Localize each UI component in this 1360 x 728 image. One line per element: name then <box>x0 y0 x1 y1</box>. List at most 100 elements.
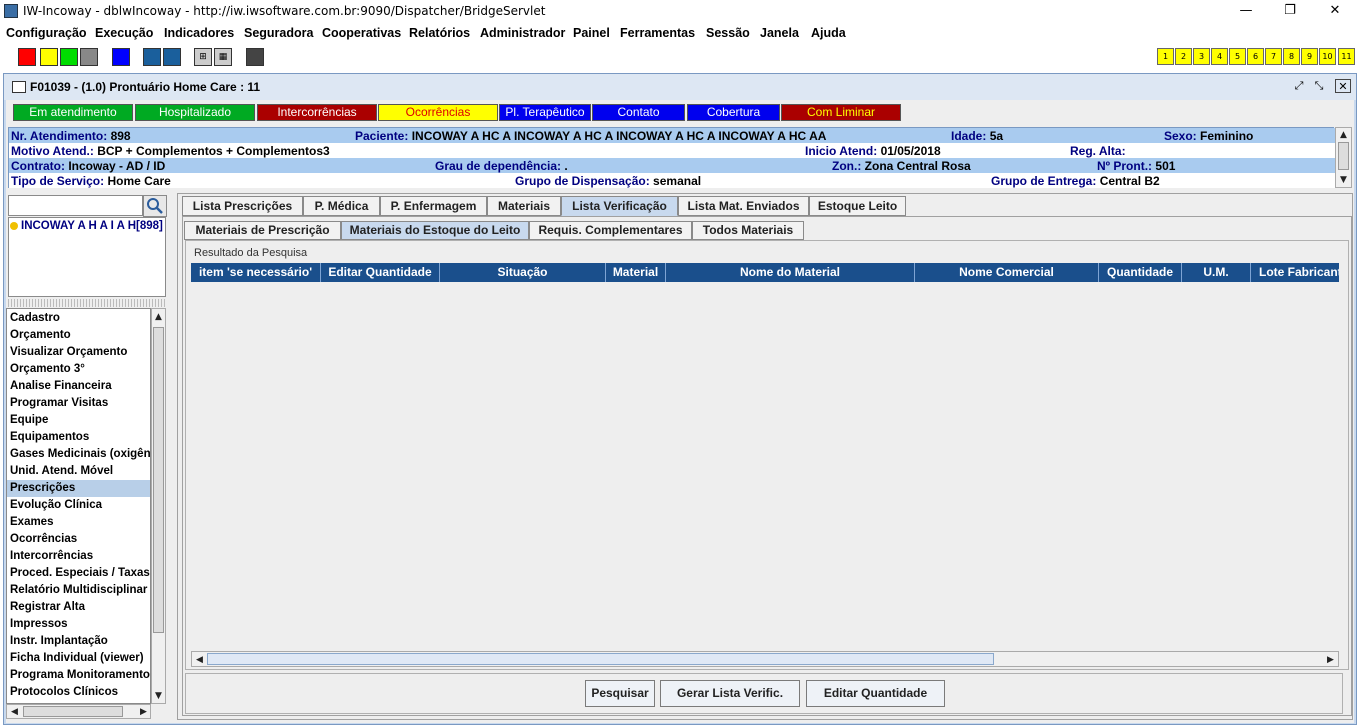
toolbar-teal-button-2[interactable] <box>163 48 181 66</box>
nav-item[interactable]: Gases Medicinais (oxigênio) <box>10 446 150 463</box>
patient-tree-item[interactable]: INCOWAY A H A I A H[898] <box>21 220 163 232</box>
minimize-button[interactable]: — <box>1223 0 1269 23</box>
nav-item[interactable]: Intercorrências <box>10 548 150 565</box>
num-button-9[interactable]: 9 <box>1301 48 1318 65</box>
col-nome-comercial[interactable]: Nome Comercial <box>915 263 1099 282</box>
nav-item[interactable]: Impressos <box>10 616 150 633</box>
tab-lista-prescricoes[interactable]: Lista Prescrições <box>182 196 303 216</box>
subtab-materiais-estoque-leito[interactable]: Materiais do Estoque do Leito <box>341 221 529 240</box>
col-um[interactable]: U.M. <box>1182 263 1251 282</box>
toolbar-green-button[interactable] <box>60 48 78 66</box>
toolbar-red-button[interactable] <box>18 48 36 66</box>
nav-scroll-up-icon[interactable]: ▲ <box>154 312 163 322</box>
nav-item[interactable]: Prescrições <box>7 480 150 497</box>
status-hospitalizado[interactable]: Hospitalizado <box>135 104 255 121</box>
menu-ferramentas[interactable]: Ferramentas <box>620 26 695 40</box>
num-button-10[interactable]: 10 <box>1319 48 1336 65</box>
nav-scroll-thumb[interactable] <box>153 327 164 633</box>
nav-vertical-scrollbar[interactable]: ▲ ▼ <box>151 308 166 704</box>
frame-restore-icon[interactable]: ⤢ <box>1291 79 1307 93</box>
panel-splitter[interactable] <box>8 299 166 307</box>
grid-scroll-thumb[interactable] <box>207 653 994 665</box>
grid-scroll-right-icon[interactable]: ▶ <box>1326 655 1335 665</box>
num-button-7[interactable]: 7 <box>1265 48 1282 65</box>
frame-maximize-icon[interactable]: ⤡ <box>1311 79 1327 93</box>
nav-item[interactable]: Exames <box>10 514 150 531</box>
nav-item[interactable]: Unid. Atend. Móvel <box>10 463 150 480</box>
toolbar-calc-icon[interactable]: ▦ <box>214 48 232 66</box>
num-button-5[interactable]: 5 <box>1229 48 1246 65</box>
nav-item[interactable]: Orçamento <box>10 327 150 344</box>
status-com-liminar[interactable]: Com Liminar <box>781 104 901 121</box>
info-scrollbar[interactable]: ▲ ▼ <box>1335 127 1352 188</box>
nav-item[interactable]: Orçamento 3° <box>10 361 150 378</box>
frame-close-icon[interactable]: ✕ <box>1335 79 1351 93</box>
menu-ajuda[interactable]: Ajuda <box>811 26 846 40</box>
nav-scroll-right-icon[interactable]: ▶ <box>139 707 148 717</box>
menu-janela[interactable]: Janela <box>760 26 799 40</box>
col-material[interactable]: Material <box>606 263 666 282</box>
menu-seguradora[interactable]: Seguradora <box>244 26 313 40</box>
menu-cooperativas[interactable]: Cooperativas <box>322 26 401 40</box>
col-editar-quantidade[interactable]: Editar Quantidade <box>321 263 440 282</box>
status-contato[interactable]: Contato <box>592 104 685 121</box>
status-ocorrencias[interactable]: Ocorrências <box>378 104 498 121</box>
status-em-atendimento[interactable]: Em atendimento <box>13 104 133 121</box>
nav-item[interactable]: Ficha Individual (viewer) <box>10 650 150 667</box>
grid-scroll-left-icon[interactable]: ◀ <box>195 655 204 665</box>
maximize-button[interactable]: ❐ <box>1267 0 1313 23</box>
num-button-3[interactable]: 3 <box>1193 48 1210 65</box>
nav-item[interactable]: Protocolos Clínicos <box>10 684 150 701</box>
tab-lista-verificacao[interactable]: Lista Verificação <box>561 196 678 216</box>
tab-estoque-leito[interactable]: Estoque Leito <box>809 196 906 216</box>
toolbar-gray-button[interactable] <box>80 48 98 66</box>
nav-item[interactable]: Instr. Implantação <box>10 633 150 650</box>
subtab-todos-materiais[interactable]: Todos Materiais <box>692 221 804 240</box>
num-button-11[interactable]: 11 <box>1338 48 1355 65</box>
nav-horizontal-scrollbar[interactable]: ◀ ▶ <box>6 704 151 719</box>
toolbar-blue-button[interactable] <box>112 48 130 66</box>
close-button[interactable]: ✕ <box>1312 0 1358 23</box>
num-button-2[interactable]: 2 <box>1175 48 1192 65</box>
nav-item[interactable]: Programa Monitoramento <box>10 667 150 684</box>
toolbar-dark-button[interactable] <box>246 48 264 66</box>
nav-item[interactable]: Cadastro <box>10 310 150 327</box>
col-lote-fabricante[interactable]: Lote Fabricante <box>1251 263 1339 282</box>
col-situacao[interactable]: Situação <box>440 263 606 282</box>
nav-item[interactable]: Ocorrências <box>10 531 150 548</box>
num-button-4[interactable]: 4 <box>1211 48 1228 65</box>
menu-painel[interactable]: Painel <box>573 26 610 40</box>
status-pl-terapeutico[interactable]: Pl. Terapêutico <box>499 104 591 121</box>
tab-materiais[interactable]: Materiais <box>487 196 561 216</box>
nav-item[interactable]: Equipamentos <box>10 429 150 446</box>
num-button-6[interactable]: 6 <box>1247 48 1264 65</box>
grid-body[interactable] <box>191 282 1339 650</box>
scroll-up-icon[interactable]: ▲ <box>1339 130 1348 140</box>
pesquisar-button[interactable]: Pesquisar <box>585 680 655 707</box>
info-scroll-thumb[interactable] <box>1338 142 1349 170</box>
menu-administrador[interactable]: Administrador <box>480 26 565 40</box>
nav-scroll-left-icon[interactable]: ◀ <box>10 707 19 717</box>
search-button[interactable] <box>143 195 167 217</box>
num-button-1[interactable]: 1 <box>1157 48 1174 65</box>
nav-item[interactable]: Evolução Clínica <box>10 497 150 514</box>
editar-quantidade-button[interactable]: Editar Quantidade <box>806 680 945 707</box>
tab-lista-mat-enviados[interactable]: Lista Mat. Enviados <box>678 196 809 216</box>
status-intercorrencias[interactable]: Intercorrências <box>257 104 377 121</box>
status-cobertura[interactable]: Cobertura <box>687 104 780 121</box>
nav-scroll-down-icon[interactable]: ▼ <box>154 691 163 701</box>
col-quantidade[interactable]: Quantidade <box>1099 263 1182 282</box>
num-button-8[interactable]: 8 <box>1283 48 1300 65</box>
subtab-materiais-prescricao[interactable]: Materiais de Prescrição <box>184 221 341 240</box>
menu-execucao[interactable]: Execução <box>95 26 153 40</box>
toolbar-yellow-button[interactable] <box>40 48 58 66</box>
nav-item[interactable]: Visualizar Orçamento <box>10 344 150 361</box>
menu-configuracao[interactable]: Configuração <box>6 26 87 40</box>
nav-item[interactable]: Equipe <box>10 412 150 429</box>
tab-p-enfermagem[interactable]: P. Enfermagem <box>380 196 487 216</box>
col-nome-material[interactable]: Nome do Material <box>666 263 915 282</box>
nav-item[interactable]: Relatório Multidisciplinar <box>10 582 150 599</box>
toolbar-teal-button-1[interactable] <box>143 48 161 66</box>
subtab-requis-complementares[interactable]: Requis. Complementares <box>529 221 692 240</box>
nav-item[interactable]: Programar Visitas <box>10 395 150 412</box>
